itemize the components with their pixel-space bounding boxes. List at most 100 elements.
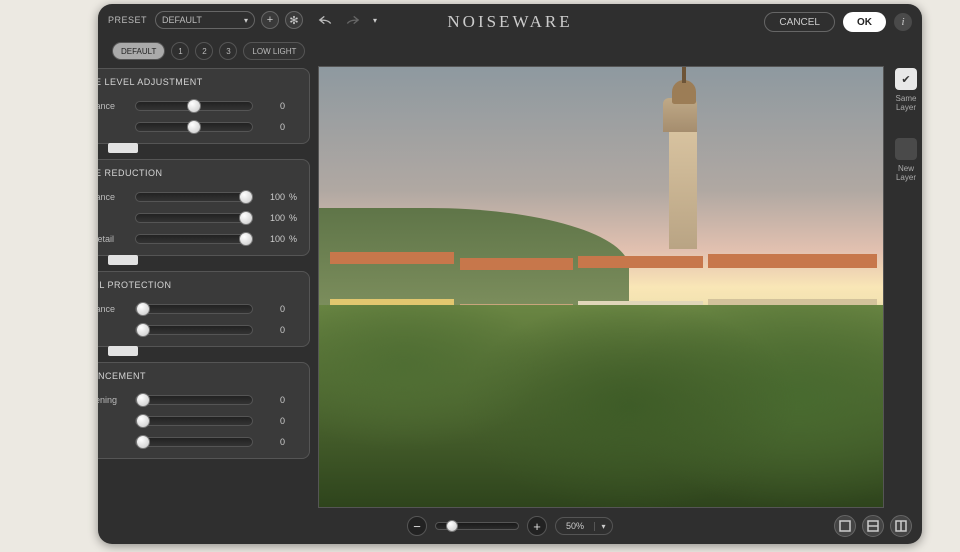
sharpening-slider[interactable] xyxy=(135,395,253,405)
panel-drag-handle[interactable] xyxy=(108,346,138,356)
preset-dropdown[interactable]: DEFAULT ▾ xyxy=(155,11,255,29)
redo-button[interactable] xyxy=(341,12,361,28)
slider-thumb[interactable] xyxy=(136,302,150,316)
chevron-down-icon: ▾ xyxy=(594,522,612,531)
slider-thumb[interactable] xyxy=(187,99,201,113)
info-button[interactable]: i xyxy=(894,13,912,31)
slider-value: 100 xyxy=(261,213,285,223)
dp-luminance-slider[interactable] xyxy=(135,304,253,314)
dp-color-slider[interactable] xyxy=(135,325,253,335)
slider-unit: % xyxy=(285,234,301,244)
preset-label: PRESET xyxy=(108,15,147,25)
slider-value: 0 xyxy=(261,304,285,314)
panel-noise-reduction: NOISE REDUCTION Luminance 100 % Color 10… xyxy=(98,159,316,265)
same-layer-label: Same Layer xyxy=(896,94,917,112)
panel-drag-handle[interactable] xyxy=(108,143,138,153)
panel-enhancement: ENHANCEMENT Sharpening 0 Detail 0 xyxy=(98,362,316,459)
slider-row: Sharpening 0 xyxy=(98,389,301,410)
panel-detail-protection: DETAIL PROTECTION Luminance 0 Color 0 xyxy=(98,271,316,356)
slider-value: 100 xyxy=(261,234,285,244)
panel-title: ENHANCEMENT xyxy=(98,371,301,381)
ok-button[interactable]: OK xyxy=(843,12,886,32)
slider-label: Color xyxy=(98,213,131,223)
slider-value: 0 xyxy=(261,101,285,111)
bottom-toolbar: − + 50% ▾ xyxy=(98,508,922,544)
slider-value: 0 xyxy=(261,122,285,132)
slider-row: Luminance 100 % xyxy=(98,186,301,207)
view-single-button[interactable] xyxy=(834,515,856,537)
slider-thumb[interactable] xyxy=(239,190,253,204)
undo-button[interactable] xyxy=(317,12,337,28)
add-preset-button[interactable]: + xyxy=(261,11,279,29)
cancel-button[interactable]: CANCEL xyxy=(764,12,835,32)
slider-label: Detail xyxy=(98,416,131,426)
detail-slider[interactable] xyxy=(135,416,253,426)
panel-title: NOISE REDUCTION xyxy=(98,168,301,178)
slider-label: Fine Detail xyxy=(98,234,131,244)
tab-2[interactable]: 2 xyxy=(195,42,213,60)
view-split-h-button[interactable] xyxy=(862,515,884,537)
slider-thumb[interactable] xyxy=(239,232,253,246)
slider-thumb[interactable] xyxy=(136,435,150,449)
slider-unit: % xyxy=(285,192,301,202)
color-slider[interactable] xyxy=(135,122,253,132)
slider-thumb[interactable] xyxy=(136,393,150,407)
slider-row: Color 0 xyxy=(98,116,301,137)
slider-label: Color xyxy=(98,122,131,132)
preset-settings-button[interactable]: ✻ xyxy=(285,11,303,29)
light-slider[interactable] xyxy=(135,437,253,447)
slider-label: Luminance xyxy=(98,101,131,111)
slider-label: Light xyxy=(98,437,131,447)
image-preview[interactable] xyxy=(318,66,884,508)
slider-value: 0 xyxy=(261,416,285,426)
panel-noise-level: NOISE LEVEL ADJUSTMENT Luminance 0 Color… xyxy=(98,68,316,153)
nr-luminance-slider[interactable] xyxy=(135,192,253,202)
slider-thumb[interactable] xyxy=(136,414,150,428)
slider-label: Luminance xyxy=(98,192,131,202)
tab-default[interactable]: DEFAULT xyxy=(112,42,165,60)
preview-pane xyxy=(316,66,890,508)
controls-sidebar: NOISE LEVEL ADJUSTMENT Luminance 0 Color… xyxy=(98,66,316,508)
luminance-slider[interactable] xyxy=(135,101,253,111)
preset-value: DEFAULT xyxy=(162,15,202,25)
new-layer-label: New Layer xyxy=(896,164,916,182)
slider-row: Fine Detail 100 % xyxy=(98,228,301,249)
zoom-slider[interactable] xyxy=(435,522,519,530)
preset-tabs: DEFAULT 1 2 3 LOW LIGHT xyxy=(98,36,922,66)
slider-value: 0 xyxy=(261,395,285,405)
slider-thumb[interactable] xyxy=(239,211,253,225)
slider-value: 0 xyxy=(261,325,285,335)
tab-3[interactable]: 3 xyxy=(219,42,237,60)
panel-title: NOISE LEVEL ADJUSTMENT xyxy=(98,77,301,87)
tab-low-light[interactable]: LOW LIGHT xyxy=(243,42,305,60)
slider-unit: % xyxy=(285,213,301,223)
history-dropdown[interactable]: ▾ xyxy=(365,12,385,28)
slider-label: Color xyxy=(98,325,131,335)
new-layer-button[interactable] xyxy=(895,138,917,160)
slider-row: Color 100 % xyxy=(98,207,301,228)
slider-row: Color 0 xyxy=(98,319,301,340)
slider-row: Luminance 0 xyxy=(98,298,301,319)
nr-detail-slider[interactable] xyxy=(135,234,253,244)
nr-color-slider[interactable] xyxy=(135,213,253,223)
same-layer-button[interactable]: ✔ xyxy=(895,68,917,90)
zoom-select[interactable]: 50% ▾ xyxy=(555,517,613,535)
zoom-value: 50% xyxy=(556,521,594,531)
slider-row: Light 0 xyxy=(98,431,301,452)
chevron-down-icon: ▾ xyxy=(244,16,248,25)
panel-drag-handle[interactable] xyxy=(108,255,138,265)
slider-value: 100 xyxy=(261,192,285,202)
slider-row: Detail 0 xyxy=(98,410,301,431)
slider-label: Luminance xyxy=(98,304,131,314)
tab-1[interactable]: 1 xyxy=(171,42,189,60)
view-split-v-button[interactable] xyxy=(890,515,912,537)
zoom-in-button[interactable]: + xyxy=(527,516,547,536)
slider-thumb[interactable] xyxy=(446,520,458,532)
slider-thumb[interactable] xyxy=(187,120,201,134)
main-area: NOISE LEVEL ADJUSTMENT Luminance 0 Color… xyxy=(98,66,922,508)
app-window: PRESET DEFAULT ▾ + ✻ ▾ NOISEWARE CANCEL … xyxy=(98,4,922,544)
zoom-out-button[interactable]: − xyxy=(407,516,427,536)
slider-row: Luminance 0 xyxy=(98,95,301,116)
panel-title: DETAIL PROTECTION xyxy=(98,280,301,290)
slider-thumb[interactable] xyxy=(136,323,150,337)
